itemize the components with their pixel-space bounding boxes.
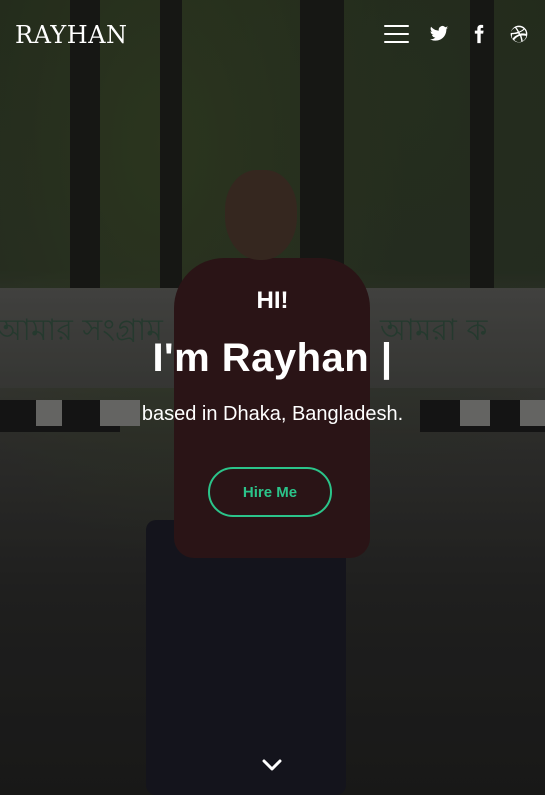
site-logo[interactable]: RAYHAN <box>15 21 128 49</box>
facebook-icon[interactable] <box>469 24 489 44</box>
dark-overlay <box>0 0 545 795</box>
hero-greeting: HI! <box>256 287 289 314</box>
twitter-icon[interactable] <box>429 24 449 44</box>
chevron-down-icon[interactable] <box>260 755 284 775</box>
hero-section: আমার সংগ্রাম আমরা ক <box>0 0 545 795</box>
header-nav <box>384 24 529 44</box>
dribbble-icon[interactable] <box>509 24 529 44</box>
hire-me-button[interactable]: Hire Me <box>208 467 332 517</box>
hero-headline: I'm Rayhan | <box>152 336 393 380</box>
hero-subline: based in Dhaka, Bangladesh. <box>141 403 404 425</box>
menu-icon[interactable] <box>384 25 409 43</box>
